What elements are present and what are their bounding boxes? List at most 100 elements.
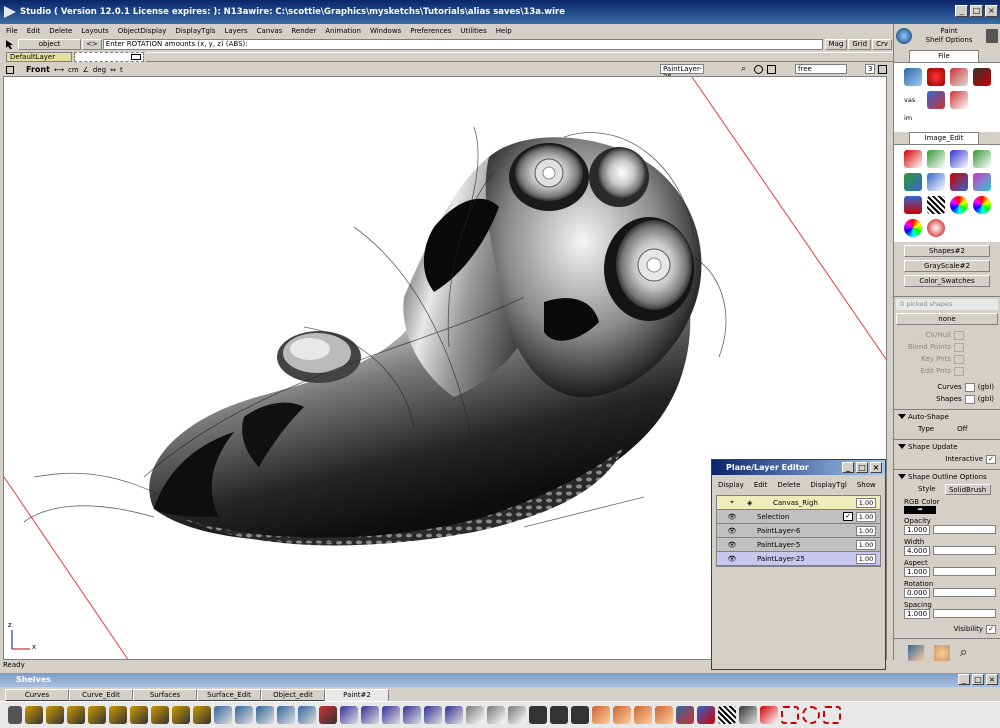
layer-name-field[interactable]: PaintLayer-25 [660,64,704,81]
brush-9-icon[interactable] [193,706,211,724]
import-image-icon[interactable] [904,68,922,86]
menu-windows[interactable]: Windows [370,27,401,35]
checker-fill-icon[interactable] [718,706,736,724]
blend-points-checkbox[interactable] [954,342,964,352]
pen-6-icon[interactable] [445,706,463,724]
pen-5-icon[interactable] [424,706,442,724]
pick-mode-button[interactable]: object [18,39,82,50]
stroke-icon[interactable] [760,706,778,724]
smudge-4-icon[interactable] [655,706,673,724]
menu-layers[interactable]: Layers [224,27,247,35]
shelf-trash-icon[interactable] [8,706,22,724]
brush-5-icon[interactable] [109,706,127,724]
tab-surfaces[interactable]: Surfaces [133,689,197,701]
smudge-3-icon[interactable] [634,706,652,724]
maximize-view-icon[interactable] [878,65,887,74]
brush-2-icon[interactable] [46,706,64,724]
menu-layouts[interactable]: Layouts [81,27,108,35]
select-ellipse-icon[interactable] [802,706,820,724]
maximize-button[interactable]: □ [970,5,983,17]
shelves-close-button[interactable]: × [986,674,998,685]
tool-rotate-icon[interactable] [908,645,924,661]
layer-row-paintlayer-25[interactable]: 👁 PaintLayer-25 1.00 [717,552,880,566]
type-value[interactable]: Off [957,425,967,433]
checker-icon[interactable] [927,196,945,214]
image-edit-tab[interactable]: Image_Edit [909,132,979,144]
tab-curve-edit[interactable]: Curve_Edit [69,689,133,701]
add-icon[interactable] [904,196,922,214]
line-icon[interactable] [739,706,757,724]
pen-2-icon[interactable] [361,706,379,724]
rotation-field[interactable]: 0.000 [904,588,930,598]
blend-icon[interactable] [973,173,991,191]
pick-tool-icon[interactable] [4,39,16,50]
hue-icon[interactable] [904,219,922,237]
canvas-row[interactable]: ⌖ ◈ Canvas_Righ 1.00 [717,496,880,510]
spacing-field[interactable]: 1.000 [904,609,930,619]
airbrush-3-icon[interactable] [256,706,274,724]
color-swatches-shelf-button[interactable]: Color_Swatches [904,275,990,287]
visibility-eye-icon[interactable]: 👁 [717,555,747,563]
smudge-2-icon[interactable] [613,706,631,724]
menu-file[interactable]: File [6,27,18,35]
color-picker-icon[interactable] [927,68,945,86]
brush-4-icon[interactable] [88,706,106,724]
shape-2-icon[interactable] [550,706,568,724]
smudge-1-icon[interactable] [592,706,610,724]
rotation-slider[interactable] [933,588,996,597]
crv-button[interactable]: Crv [872,39,892,50]
menu-edit[interactable]: Edit [27,27,41,35]
paint-globe-icon[interactable] [896,28,912,44]
shelf-options-label[interactable]: Shelf Options [915,36,983,45]
canvas-opacity[interactable]: 1.00 [856,497,876,508]
canvas-import-icon[interactable] [927,91,945,109]
style-value[interactable]: SolidBrush [944,483,991,495]
menu-preferences[interactable]: Preferences [410,27,451,35]
eraser-1-icon[interactable] [466,706,484,724]
scale-arrows-icon[interactable]: ⇔ [110,66,116,74]
crop-icon[interactable] [904,173,922,191]
text-tool-icon[interactable] [950,68,968,86]
resize-icon[interactable] [973,150,991,168]
ple-maximize-button[interactable]: □ [856,462,868,473]
airbrush-4-icon[interactable] [277,706,295,724]
trash-icon[interactable] [986,29,998,43]
hand-pan-icon[interactable] [934,645,950,661]
zoom-icon[interactable]: ⌕ [741,64,746,74]
magnify-icon[interactable]: ⌕ [960,645,976,661]
distort-icon[interactable] [927,173,945,191]
shapes-shelf-button[interactable]: Shapes#2 [904,245,990,257]
selection-checkbox[interactable]: ✓ [843,512,853,521]
move-arrows-icon[interactable]: ⟷ [54,66,64,74]
shape-1-icon[interactable] [529,706,547,724]
tab-surface-edit[interactable]: Surface_Edit [197,689,261,701]
curves-checkbox[interactable] [964,382,975,392]
minimize-button[interactable]: _ [955,5,968,17]
default-layer-button[interactable]: DefaultLayer [6,52,72,62]
width-slider[interactable] [933,546,996,555]
toggle-arrow-button[interactable]: <> [82,39,102,50]
rotate-angle-icon[interactable]: ∠ [83,66,89,74]
auto-shape-section[interactable]: Auto-Shape [894,409,1000,423]
layer-row-paintlayer-5[interactable]: 👁 PaintLayer-5 1.00 [717,538,880,552]
new-canvas-icon[interactable] [973,68,991,86]
airbrush-5-icon[interactable] [298,706,316,724]
layer-opacity[interactable]: 1.00 [856,525,876,536]
pen-1-icon[interactable] [340,706,358,724]
layer-placeholder[interactable] [74,52,144,62]
file-tab[interactable]: File [909,50,979,62]
view-box-icon[interactable] [6,65,14,74]
grid-button[interactable]: Grid [848,39,872,50]
layer-opacity[interactable]: 1.00 [856,511,876,522]
flip-icon[interactable] [950,150,968,168]
tab-curves[interactable]: Curves [5,689,69,701]
brush-8-icon[interactable] [172,706,190,724]
visibility-checkbox[interactable]: ✓ [986,624,996,634]
opacity-field[interactable]: 1.000 [904,525,930,535]
pick-icon[interactable]: ⌖ [717,498,747,507]
shape-3-icon[interactable] [571,706,589,724]
layer-row-selection[interactable]: 👁 Selection ✓ 1.00 [717,510,880,524]
add-layer-icon[interactable] [697,706,715,724]
marker-icon[interactable] [319,706,337,724]
color-balance-icon[interactable] [973,196,991,214]
